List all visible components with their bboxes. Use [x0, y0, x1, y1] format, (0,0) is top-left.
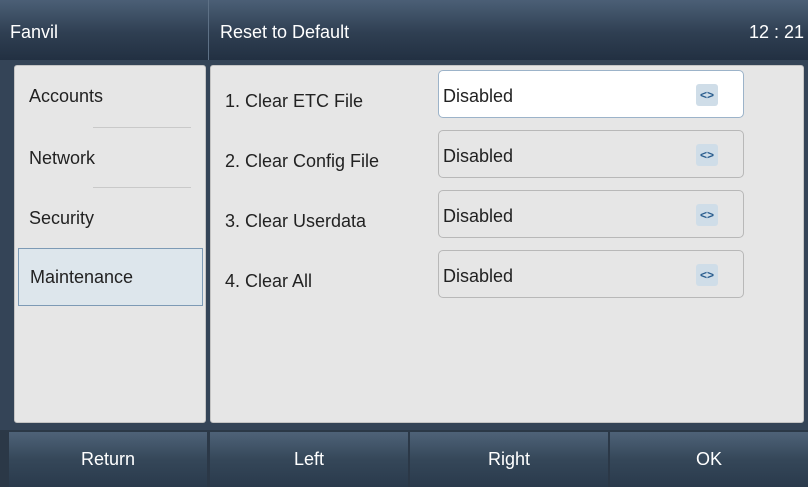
clear-etc-file-select[interactable]: Disabled <>: [438, 70, 744, 118]
left-right-arrows-icon[interactable]: <>: [696, 84, 718, 106]
main-area: Accounts Network Security Maintenance 1.…: [0, 60, 808, 430]
select-value: Disabled: [443, 146, 514, 166]
row-label-clear-etc-file: 1. Clear ETC File: [225, 91, 364, 111]
clear-userdata-select[interactable]: Disabled <>: [438, 190, 744, 238]
select-value: Disabled: [443, 266, 514, 286]
sidebar-item-security[interactable]: Security: [15, 188, 205, 248]
left-right-arrows-icon[interactable]: <>: [696, 204, 718, 226]
row-label-clear-userdata: 3. Clear Userdata: [225, 211, 367, 231]
sidebar-item-label: Network: [29, 148, 96, 168]
header-divider: [208, 0, 209, 60]
left-button[interactable]: Left: [210, 432, 408, 487]
left-right-arrows-icon[interactable]: <>: [696, 264, 718, 286]
sidebar-item-label: Security: [29, 208, 95, 228]
settings-panel: 1. Clear ETC File Disabled <> 2. Clear C…: [210, 65, 804, 423]
sidebar-item-network[interactable]: Network: [15, 128, 205, 188]
row-label-clear-config-file: 2. Clear Config File: [225, 151, 380, 171]
left-right-arrows-icon[interactable]: <>: [696, 144, 718, 166]
clear-config-file-select[interactable]: Disabled <>: [438, 130, 744, 178]
app-name: Fanvil: [10, 22, 59, 42]
right-button[interactable]: Right: [410, 432, 608, 487]
sidebar-item-label: Maintenance: [30, 267, 134, 287]
page-title: Reset to Default: [220, 22, 350, 42]
return-button[interactable]: Return: [9, 432, 207, 487]
row-label-clear-all: 4. Clear All: [225, 271, 313, 291]
sidebar-item-maintenance[interactable]: Maintenance: [18, 248, 203, 306]
select-value: Disabled: [443, 206, 514, 226]
sidebar-item-label: Accounts: [29, 86, 104, 106]
softkey-bar: Return Left Right OK: [0, 430, 808, 487]
ok-button[interactable]: OK: [610, 432, 808, 487]
clock: 12 : 21: [748, 22, 804, 42]
sidebar: Accounts Network Security Maintenance: [14, 65, 206, 423]
select-value: Disabled: [443, 86, 514, 106]
sidebar-item-accounts[interactable]: Accounts: [15, 66, 205, 126]
title-bar: Fanvil Reset to Default 12 : 21: [0, 0, 808, 60]
clear-all-select[interactable]: Disabled <>: [438, 250, 744, 298]
